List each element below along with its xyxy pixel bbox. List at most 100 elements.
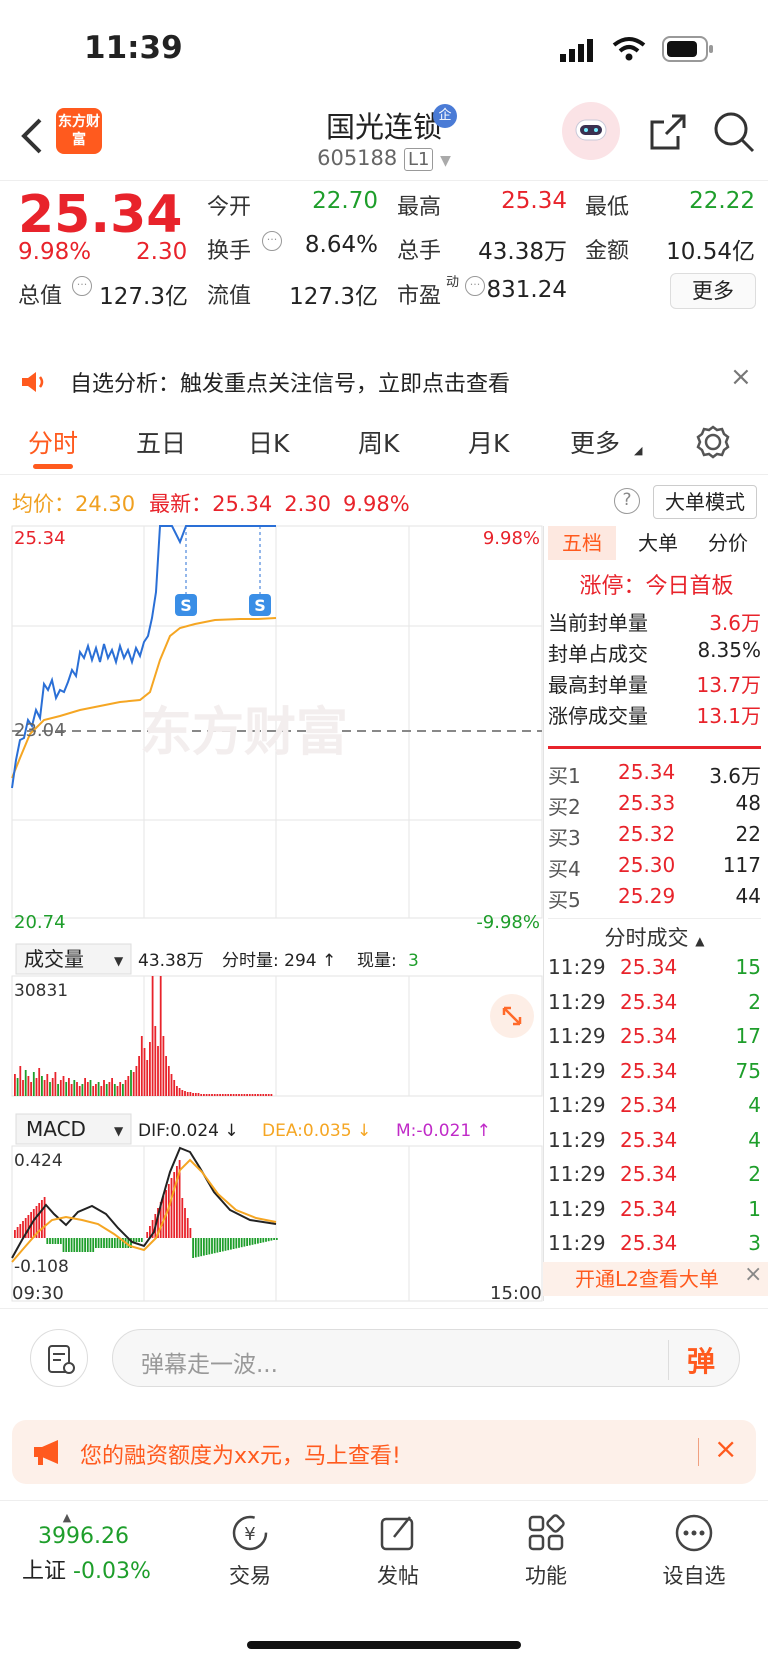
axis-bottom-price: 20.74 — [14, 912, 66, 933]
trade-time: 11:29 — [548, 1058, 606, 1083]
volume-bar — [189, 1092, 192, 1096]
macd-bar — [184, 1208, 186, 1238]
macd-bar — [219, 1238, 221, 1252]
stock-code: 605188 — [317, 146, 398, 170]
nav-trade[interactable]: ¥ 交易 — [190, 1511, 310, 1590]
volume-bar — [19, 1066, 22, 1096]
volume-bar — [32, 1072, 35, 1096]
bid-price: 25.32 — [618, 822, 676, 846]
macd-bar — [54, 1238, 57, 1244]
index-value: 3996.26 — [38, 1524, 129, 1549]
trade-time: 11:29 — [548, 989, 606, 1014]
macd-bar — [140, 1238, 143, 1242]
volume-bar — [27, 1076, 30, 1096]
volume-frame — [11, 975, 543, 1097]
l2-banner[interactable]: 开通L2查看大单 — [543, 1262, 768, 1296]
search-icon[interactable] — [712, 110, 756, 158]
danmu-list-icon[interactable] — [30, 1329, 88, 1387]
volume-bar — [159, 976, 162, 1096]
settings-icon[interactable] — [695, 424, 731, 464]
big-order-mode-button[interactable]: 大单模式 — [653, 485, 757, 519]
info-icon[interactable]: ··· — [262, 231, 282, 251]
volume-bar — [108, 1082, 111, 1096]
macd-bar — [70, 1238, 73, 1252]
macd-bar — [262, 1238, 265, 1243]
macd-bar — [211, 1238, 213, 1254]
dropdown-icon: ▼ — [114, 1124, 124, 1138]
volume-bar — [235, 1094, 238, 1096]
volume-bar — [73, 1080, 76, 1096]
close-icon[interactable]: × — [714, 1432, 737, 1465]
close-icon[interactable]: × — [744, 1262, 762, 1287]
macd-bar — [108, 1238, 111, 1248]
info-line: 均价：24.30 最新：25.34 2.30 9.98% — [12, 488, 612, 518]
s-marker-label: S — [254, 596, 266, 615]
volume-max: 30831 — [14, 981, 68, 1001]
intraday-chart[interactable]: 东方财富 S S 25.34 9.98% 23.04 20.74 -9.98% … — [0, 520, 545, 1310]
nav-add-watch[interactable]: 设自选 — [634, 1511, 754, 1590]
trade-volume: 2 — [748, 989, 761, 1014]
nav-function[interactable]: 功能 — [486, 1511, 606, 1590]
macd-bar — [216, 1238, 219, 1253]
macd-bar — [103, 1238, 105, 1248]
axis-top-pct: 9.98% — [483, 528, 540, 549]
latest-value: 25.34 — [212, 492, 273, 516]
nav-post[interactable]: 发帖 — [338, 1511, 458, 1590]
tab-5day[interactable]: 五日 — [136, 424, 186, 460]
promo-banner[interactable]: 您的融资额度为xx元，马上查看! × — [12, 1420, 756, 1484]
trades-title: 分时成交 — [604, 926, 689, 950]
panel-tab-fenjia[interactable]: 分价 — [694, 526, 762, 560]
share-icon[interactable] — [648, 112, 688, 156]
trade-volume: 1 — [748, 1196, 761, 1221]
volume-bar — [49, 1082, 51, 1096]
help-icon[interactable]: ? — [614, 488, 640, 514]
volume-bar — [154, 1026, 157, 1096]
value-total-cap: 127.3亿 — [99, 284, 188, 310]
notice-bar[interactable]: 自选分析：触发重点关注信号，立即点击查看 × — [0, 350, 768, 410]
tab-week-k[interactable]: 周K — [358, 424, 399, 460]
macd-bottom: -0.108 — [14, 1257, 69, 1277]
info-icon[interactable]: ··· — [72, 276, 92, 296]
danmu-input[interactable]: 弹幕走一波... 弹 — [112, 1329, 740, 1387]
tab-day-k[interactable]: 日K — [248, 424, 289, 460]
divider-red — [548, 746, 761, 749]
index-widget[interactable]: ▲ 3996.26 上证 -0.03% — [22, 1511, 182, 1585]
volume-bar — [111, 1078, 113, 1096]
volume-bar — [192, 1093, 194, 1096]
trades-header[interactable]: 分时成交 ▲ — [548, 918, 761, 952]
macd-bar — [246, 1238, 248, 1246]
panel-tab-wudang[interactable]: 五档 — [548, 526, 616, 560]
pe-superscript: 动 — [446, 275, 460, 290]
tab-more[interactable]: 更多 — [570, 424, 620, 460]
macd-bar — [51, 1238, 54, 1244]
dropdown-icon: ▼ — [440, 153, 451, 169]
megaphone-icon — [32, 1438, 66, 1470]
volume-bar — [224, 1094, 227, 1096]
grid-icon — [528, 1514, 565, 1551]
volume-bar — [176, 1086, 178, 1096]
stock-header: 东方财富 国光连锁 企 605188 L1 ▼ — [0, 100, 768, 180]
volume-bar — [248, 1094, 251, 1096]
volume-bar — [238, 1094, 240, 1096]
bid-row: 买3 25.32 22 — [548, 822, 763, 852]
close-icon[interactable]: × — [730, 362, 752, 392]
volume-fenshi: 分时量: 294 ↑ — [222, 951, 336, 971]
panel-tab-dadan[interactable]: 大单 — [624, 526, 692, 560]
bid-label: 买3 — [548, 826, 581, 850]
macd-bar — [86, 1238, 89, 1252]
trade-price: 25.34 — [620, 955, 678, 979]
trade-price: 25.34 — [620, 1196, 678, 1221]
macd-bar — [173, 1172, 176, 1238]
trade-icon: ¥ — [232, 1515, 268, 1551]
macd-bar — [111, 1238, 113, 1248]
tab-fenshi[interactable]: 分时 — [28, 424, 78, 460]
macd-label: MACD — [26, 1117, 86, 1141]
bid-label: 买5 — [548, 888, 581, 912]
trade-volume: 15 — [735, 955, 761, 979]
danmu-send-button[interactable]: 弹 — [668, 1340, 715, 1380]
robot-avatar[interactable] — [562, 102, 620, 160]
tab-month-k[interactable]: 月K — [468, 424, 509, 460]
more-button[interactable]: 更多 — [670, 273, 756, 309]
volume-bar — [97, 1082, 100, 1096]
volume-bar — [68, 1078, 70, 1096]
